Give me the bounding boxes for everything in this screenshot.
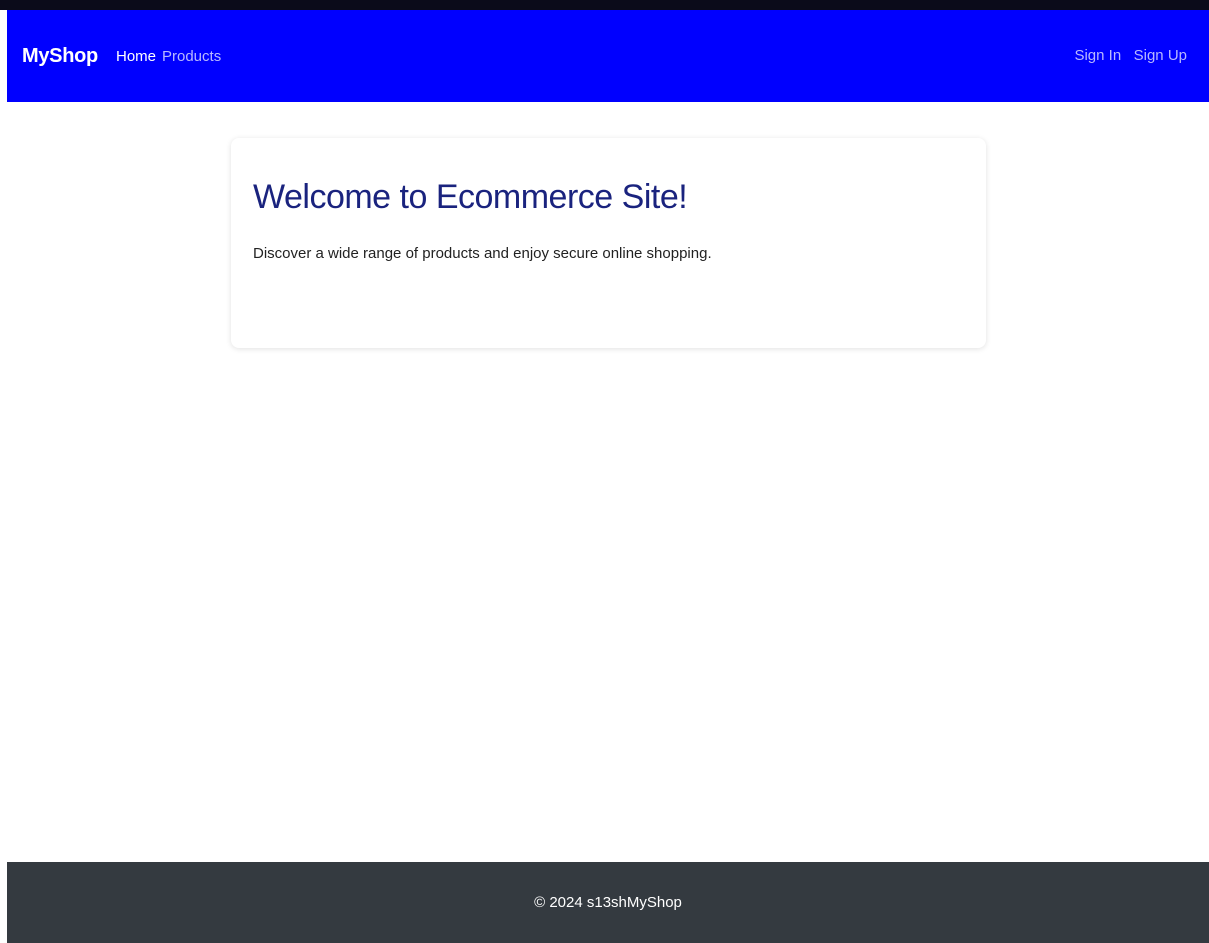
- footer-copyright: © 2024 s13shMyShop: [534, 894, 682, 911]
- welcome-card: Welcome to Ecommerce Site! Discover a wi…: [231, 138, 986, 348]
- navbar: MyShop Home Products Sign In Sign Up: [7, 10, 1209, 102]
- nav-link-home[interactable]: Home: [116, 48, 156, 65]
- sign-up-link[interactable]: Sign Up: [1134, 47, 1187, 64]
- brand-logo-link[interactable]: MyShop: [22, 45, 98, 68]
- welcome-description: Discover a wide range of products and en…: [253, 245, 712, 262]
- nav-link-products[interactable]: Products: [162, 48, 221, 65]
- window-top-strip: [0, 0, 1209, 10]
- sign-in-link[interactable]: Sign In: [1074, 47, 1121, 64]
- footer: © 2024 s13shMyShop: [7, 862, 1209, 943]
- page: MyShop Home Products Sign In Sign Up Wel…: [0, 0, 1209, 943]
- welcome-title: Welcome to Ecommerce Site!: [253, 178, 688, 216]
- nav-auth-links: Sign In Sign Up: [1066, 47, 1187, 65]
